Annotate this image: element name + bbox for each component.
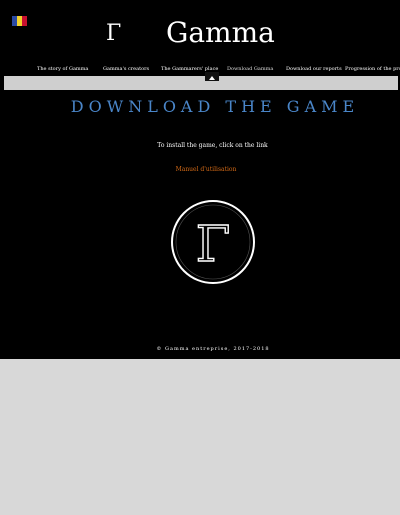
gamma-emblem: Γ [171, 200, 255, 284]
site-title: Gamma [166, 16, 275, 49]
nav-item-download-gamma[interactable]: Download Gamma [227, 64, 273, 74]
french-flag-icon[interactable] [12, 16, 27, 26]
nav-item-creators[interactable]: Gamma's creators [103, 64, 149, 74]
install-instructions: To install the game, click on the link [157, 142, 268, 149]
manual-download-link[interactable]: Manuel d'utilisation [0, 166, 400, 174]
nav-item-story[interactable]: The story of Gamma [37, 64, 88, 74]
site-logo[interactable]: Γ [106, 20, 121, 48]
page-container: Γ Gamma The story of Gamma Gamma's creat… [0, 0, 400, 359]
nav-separator-band [4, 76, 398, 90]
triangle-up-icon [209, 76, 215, 80]
main-nav: The story of Gamma Gamma's creators The … [0, 64, 400, 76]
page-heading: DOWNLOAD THE GAME [70, 97, 360, 116]
emblem-letter: Γ [196, 215, 231, 273]
footer-copyright: © Gamma entreprise, 2017-2018 [156, 346, 270, 352]
nav-item-progression[interactable]: Progression of the project [345, 64, 400, 74]
collapse-toggle-button[interactable] [205, 72, 219, 81]
nav-item-download-reports[interactable]: Download our reports [286, 64, 342, 74]
